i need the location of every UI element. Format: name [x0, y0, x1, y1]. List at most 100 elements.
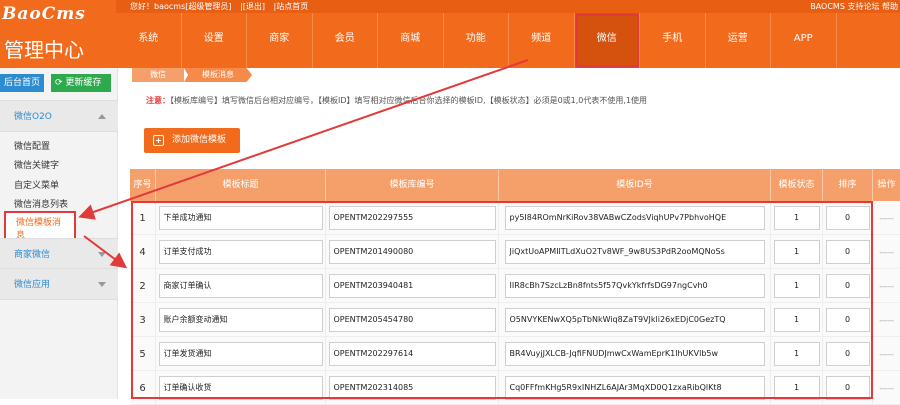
chevron-up-icon	[98, 114, 106, 119]
sidebar-item-weixin-config[interactable]: 微信配置	[14, 139, 50, 152]
status-input[interactable]: 1	[773, 206, 820, 230]
row-number: 6	[139, 382, 146, 394]
title-input[interactable]: 订单发货通知	[158, 342, 323, 366]
row-actions: -----	[879, 213, 894, 223]
library-no-input[interactable]: OPENTM202297555	[328, 206, 496, 230]
nav-merchant[interactable]: 商家	[247, 13, 313, 68]
topbar: 您好！baocms[超级管理员] |[退出] |站点首页 BAOCMS 支持论坛…	[116, 0, 900, 13]
add-template-label: 添加微信模板	[172, 135, 227, 145]
library-no-input[interactable]: OPENTM201490080	[328, 240, 496, 264]
chevron-down-icon	[98, 252, 106, 257]
sidebar-group-weixin-o2o[interactable]: 微信O2O	[0, 100, 118, 132]
status-input[interactable]: 1	[773, 342, 820, 366]
sort-input[interactable]: 0	[825, 376, 870, 400]
nav-app[interactable]: APP	[771, 13, 837, 68]
template-id-input[interactable]: BR4VuyjJXLCB-JqfiFNUDJmwCxWamEprK1lhUKVl…	[504, 342, 765, 366]
nav-weixin[interactable]: 微信	[574, 13, 640, 68]
add-template-button[interactable]: 添加微信模板	[144, 128, 240, 153]
title-input[interactable]: 订单确认收货	[158, 376, 323, 400]
notice: 注意：【模板库编号】填写微信后台相对应编号，【模板ID】填写相对应微信后台你选择…	[146, 95, 647, 106]
brand-logo: BaoCms	[2, 4, 86, 24]
library-no-input[interactable]: OPENTM202297614	[328, 342, 496, 366]
sort-input[interactable]: 0	[825, 240, 870, 264]
col-sort: 排序	[823, 169, 873, 201]
sidebar-item-custom-menu[interactable]: 自定义菜单	[14, 178, 59, 191]
status-input[interactable]: 1	[773, 274, 820, 298]
nav-system[interactable]: 系统	[116, 13, 182, 68]
sidebar-group-merchant-weixin[interactable]: 商家微信	[0, 238, 118, 270]
title-input[interactable]: 商家订单确认	[158, 274, 323, 298]
greeting-text: 您好！baocms[超级管理员]	[130, 2, 232, 11]
nav-settings[interactable]: 设置	[182, 13, 247, 68]
title-input[interactable]: 下单成功通知	[158, 206, 323, 230]
sidebar-item-message-list[interactable]: 微信消息列表	[14, 197, 68, 210]
plus-icon	[153, 135, 164, 146]
col-library-no: 模板库编号	[326, 169, 499, 201]
row-number: 5	[139, 348, 146, 360]
admin-home-button[interactable]: 后台首页	[0, 74, 44, 92]
status-input[interactable]: 1	[773, 240, 820, 264]
row-actions: -----	[879, 281, 894, 291]
table-row: 6 订单确认收货 OPENTM202314085 Cq0FFfmKHg5R9xI…	[130, 371, 900, 405]
row-actions: -----	[879, 247, 894, 257]
status-input[interactable]: 1	[773, 308, 820, 332]
template-id-input[interactable]: Cq0FFfmKHg5R9xINHZL6AJAr3MqXD0Q1zxaRibQl…	[504, 376, 765, 400]
row-actions: -----	[879, 383, 894, 393]
row-number: 1	[139, 212, 146, 224]
nav-channel[interactable]: 频道	[509, 13, 575, 68]
library-no-input[interactable]: OPENTM205454780	[328, 308, 496, 332]
sidebar-item-weixin-keyword[interactable]: 微信关键字	[14, 158, 59, 171]
refresh-cache-button[interactable]: ⟳ 更新缓存	[51, 74, 111, 92]
col-status: 模板状态	[771, 169, 823, 201]
refresh-cache-label: 更新缓存	[65, 78, 102, 88]
sidebar: 后台首页 ⟳ 更新缓存 微信O2O 微信配置 微信关键字 自定义菜单 微信消息列…	[0, 68, 118, 399]
sidebar-group-weixin-app[interactable]: 微信应用	[0, 268, 118, 300]
breadcrumb-weixin[interactable]: 微信	[132, 68, 184, 82]
sort-input[interactable]: 0	[825, 342, 870, 366]
nav-member[interactable]: 会员	[313, 13, 378, 68]
main-nav: 系统 设置 商家 会员 商城 功能 频道 微信 手机 运营 APP	[116, 13, 900, 68]
notice-text: 【模板库编号】填写微信后台相对应编号，【模板ID】填写相对应微信后台你选择的模板…	[170, 96, 648, 105]
refresh-icon: ⟳	[55, 78, 66, 88]
sort-input[interactable]: 0	[825, 308, 870, 332]
nav-features[interactable]: 功能	[444, 13, 509, 68]
site-home-link[interactable]: |站点首页	[274, 2, 309, 11]
table-row: 5 订单发货通知 OPENTM202297614 BR4VuyjJXLCB-Jq…	[130, 337, 900, 371]
title-input[interactable]: 订单支付成功	[158, 240, 323, 264]
template-id-input[interactable]: O5NVYKENwXQ5pTbNkWiq8ZaT9VJkli26xEDjC0Ge…	[504, 308, 765, 332]
sidebar-group-label: 微信O2O	[14, 112, 52, 122]
breadcrumb: 微信 模板消息	[132, 68, 252, 82]
logout-link[interactable]: |[退出]	[240, 2, 265, 11]
row-actions: -----	[879, 315, 894, 325]
header: BaoCms 管理中心 您好！baocms[超级管理员] |[退出] |站点首页…	[0, 0, 900, 68]
row-number: 3	[139, 314, 146, 326]
support-links[interactable]: BAOCMS 支持论坛 帮助	[810, 1, 898, 12]
row-number: 4	[139, 246, 146, 258]
nav-mall[interactable]: 商城	[378, 13, 444, 68]
table-row: 3 账户余额变动通知 OPENTM205454780 O5NVYKENwXQ5p…	[130, 303, 900, 337]
library-no-input[interactable]: OPENTM202314085	[328, 376, 496, 400]
col-template-id: 模板ID号	[499, 169, 771, 201]
template-id-input[interactable]: IIR8cBh7SzcLzBn8fnts5f57QvkYkfrfsDG97ngC…	[504, 274, 765, 298]
status-input[interactable]: 1	[773, 376, 820, 400]
sort-input[interactable]: 0	[825, 274, 870, 298]
table-row: 4 订单支付成功 OPENTM201490080 JiQxtUoAPMIlTLd…	[130, 235, 900, 269]
col-title: 模板标题	[156, 169, 326, 201]
sort-input[interactable]: 0	[825, 206, 870, 230]
chevron-down-icon	[98, 282, 106, 287]
table-header: 序号 模板标题 模板库编号 模板ID号 模板状态 排序 操作	[130, 169, 900, 201]
logo[interactable]: BaoCms 管理中心	[0, 0, 116, 68]
library-no-input[interactable]: OPENTM203940481	[328, 274, 496, 298]
notice-label: 注意：	[146, 96, 170, 105]
table-row: 2 商家订单确认 OPENTM203940481 IIR8cBh7SzcLzBn…	[130, 269, 900, 303]
nav-mobile[interactable]: 手机	[640, 13, 706, 68]
breadcrumb-template-message: 模板消息	[184, 68, 252, 82]
topbar-links: 您好！baocms[超级管理员] |[退出] |站点首页	[130, 1, 314, 12]
nav-operations[interactable]: 运营	[706, 13, 771, 68]
template-id-input[interactable]: JiQxtUoAPMIlTLdXuO2Tv8WF_9w8US3PdR2ooMQN…	[504, 240, 765, 264]
template-id-input[interactable]: py5I84ROmNrKiRov38VABwCZodsViqhUPv7Pbhvo…	[504, 206, 765, 230]
sidebar-group-label: 商家微信	[14, 250, 51, 260]
title-input[interactable]: 账户余额变动通知	[158, 308, 323, 332]
sidebar-group-label: 微信应用	[14, 280, 51, 290]
col-no: 序号	[130, 169, 156, 201]
